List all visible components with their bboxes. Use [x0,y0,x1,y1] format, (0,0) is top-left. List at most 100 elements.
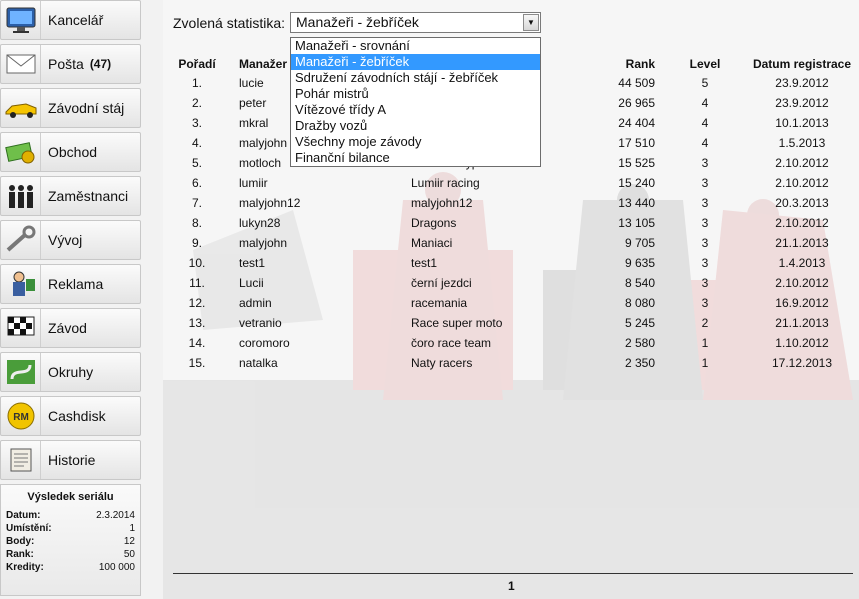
score-cell: 9 705 [624,236,655,250]
computer-monitor-icon [1,1,41,39]
dropdown-option[interactable]: Pohár mistrů [291,86,540,102]
score-cell: 24 404 [618,116,655,130]
series-result-row: Kredity: 100 000 [6,561,135,574]
sidebar-item-zaměstnanci[interactable]: Zaměstnanci [0,176,141,216]
chevron-down-icon[interactable]: ▼ [523,14,539,31]
series-result-row: Umístění: 1 [6,522,135,535]
level-cell: 3 [701,196,709,210]
team-cell[interactable]: malyjohn12 [409,193,579,213]
score-cell: 15 525 [618,156,655,170]
column-header-level: Level [689,57,721,71]
manager-cell[interactable]: test1 [221,253,409,273]
rank-cell: 15. [188,356,206,370]
level-cell: 5 [701,76,709,90]
statistic-select[interactable]: Manažeři - žebříček ▼ [290,12,541,33]
team-cell[interactable]: Dragons [409,213,579,233]
dropdown-option[interactable]: Manažeři - žebříček [291,54,540,70]
table-row: 8. lukyn28 Dragons 13 105 3 2.10.2012 [173,213,859,233]
dropdown-option[interactable]: Vítězové třídy A [291,102,540,118]
sidebar-item-label: Cashdisk [48,408,106,424]
level-cell: 3 [701,236,709,250]
rank-cell: 11. [189,276,205,290]
registration-date-cell: 21.1.2013 [775,316,829,330]
race-car-icon [1,89,41,127]
sidebar-item-závodní-stáj[interactable]: Závodní stáj [0,88,141,128]
page-number[interactable]: 1 [508,579,515,593]
sidebar-item-pošta[interactable]: Pošta (47) [0,44,141,84]
manager-cell[interactable]: lukyn28 [221,213,409,233]
series-result-row: Datum: 2.3.2014 [6,509,135,522]
table-row: 11. Lucii černí jezdci 8 540 3 2.10.2012 [173,273,859,293]
team-cell[interactable]: černí jezdci [409,273,579,293]
series-result-row: Body: 12 [6,535,135,548]
score-cell: 8 540 [624,276,655,290]
registration-date-cell: 23.9.2012 [775,96,829,110]
series-result-key: Kredity: [6,562,44,573]
series-result-value: 50 [123,549,135,560]
manager-cell[interactable]: vetranio [221,313,409,333]
registration-date-cell: 17.12.2013 [771,356,833,370]
series-result-key: Body: [6,536,35,547]
score-cell: 13 105 [618,216,655,230]
sidebar-item-okruhy[interactable]: Okruhy [0,352,141,392]
promoter-icon [1,265,41,303]
sidebar-item-label: Historie [48,452,96,468]
dropdown-option[interactable]: Finanční bilance [291,150,540,166]
rank-cell: 2. [191,96,202,110]
manager-cell[interactable]: admin [221,293,409,313]
rank-cell: 1. [191,76,202,90]
rank-cell: 7. [191,196,202,210]
manager-cell[interactable]: natalka [221,353,409,373]
manager-cell[interactable]: malyjohn [221,233,409,253]
sidebar-item-obchod[interactable]: Obchod [0,132,141,172]
series-result-value: 100 000 [98,562,135,573]
sidebar-item-reklama[interactable]: Reklama [0,264,141,304]
registration-date-cell: 16.9.2012 [775,296,829,310]
team-cell[interactable]: Race super moto [409,313,579,333]
team-cell[interactable]: Naty racers [409,353,579,373]
series-result-title: Výsledek seriálu [27,491,114,503]
registration-date-cell: 23.9.2012 [775,76,829,90]
manager-cell[interactable]: lumiir [221,173,409,193]
dropdown-option[interactable]: Sdružení závodních stájí - žebříček [291,70,540,86]
level-cell: 3 [701,296,709,310]
team-cell[interactable]: čoro race team [409,333,579,353]
series-result-value: 1 [129,523,135,534]
manager-cell[interactable]: Lucii [221,273,409,293]
sidebar-item-cashdisk[interactable]: RM Cashdisk [0,396,141,436]
team-cell[interactable]: Maniaci [409,233,579,253]
dropdown-option[interactable]: Manažeři - srovnání [291,38,540,54]
score-cell: 2 580 [624,336,655,350]
sidebar-item-label: Kancelář [48,12,104,28]
rank-cell: 3. [191,116,202,130]
rank-cell: 13. [188,316,206,330]
dropdown-option[interactable]: Všechny moje závody [291,134,540,150]
registration-date-cell: 2.10.2012 [775,176,829,190]
table-row: 6. lumiir Lumiir racing 15 240 3 2.10.2012 [173,173,859,193]
sidebar-item-historie[interactable]: Historie [0,440,141,480]
rank-cell: 10. [188,256,206,270]
manager-cell[interactable]: coromoro [221,333,409,353]
series-result-row: Rank: 50 [6,548,135,561]
sidebar-item-vývoj[interactable]: Vývoj [0,220,141,260]
level-cell: 3 [701,176,709,190]
registration-date-cell: 1.10.2012 [775,336,829,350]
level-cell: 2 [701,316,709,330]
table-row: 9. malyjohn Maniaci 9 705 3 21.1.2013 [173,233,859,253]
sidebar-item-label: Pošta [48,56,84,72]
series-result-panel: Výsledek seriálu Datum: 2.3.2014 Umístění: 1… [0,484,141,596]
sidebar-item-label: Vývoj [48,232,83,248]
svg-text:RM: RM [13,412,29,423]
statistic-dropdown-list: Manažeři - srovnání Manažeři - žebříček Sd… [290,37,541,167]
dropdown-option[interactable]: Dražby vozů [291,118,540,134]
sidebar-item-kancelář[interactable]: Kancelář [0,0,141,40]
score-cell: 13 440 [618,196,655,210]
sidebar-item-závod[interactable]: Závod [0,308,141,348]
statistic-label: Zvolená statistika: [173,15,286,31]
divider [173,573,853,574]
team-cell[interactable]: racemania [409,293,579,313]
team-cell[interactable]: test1 [409,253,579,273]
sidebar-item-label: Závodní stáj [48,100,125,116]
manager-cell[interactable]: malyjohn12 [221,193,409,213]
team-cell[interactable]: Lumiir racing [409,173,579,193]
